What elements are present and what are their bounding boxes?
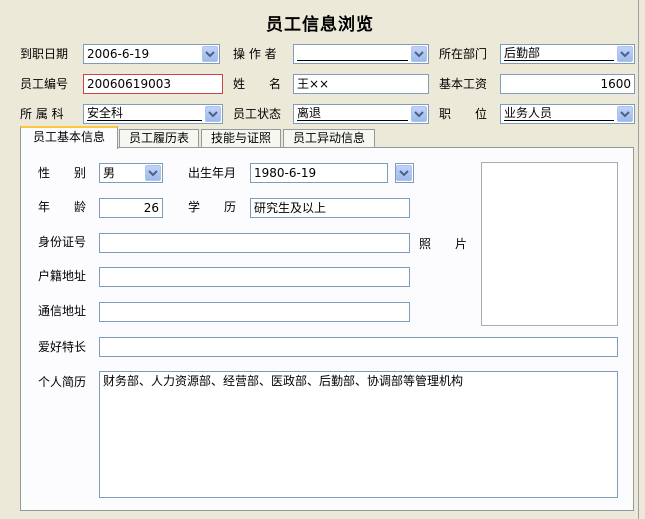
section-value: 安全科 [87,106,202,121]
section-label: 所 属 科 [20,107,64,121]
hire-date-value: 2006-6-19 [87,47,150,61]
name-field[interactable]: 王×× [293,74,429,94]
hire-date-label: 到职日期 [20,47,69,61]
addr-field[interactable] [99,302,410,322]
birth-field[interactable]: 1980-6-19 [250,163,388,183]
window-right-border [638,0,639,519]
page-title: 员工信息浏览 [266,15,374,35]
dept-label: 所在部门 [439,47,488,61]
status-value: 离退 [297,106,408,121]
chevron-down-icon[interactable] [202,46,218,62]
chevron-down-icon[interactable] [617,46,633,62]
hire-date-picker[interactable]: 2006-6-19 [83,44,220,64]
gender-select[interactable]: 男 [99,163,163,183]
photo-box[interactable] [481,162,618,326]
name-label: 姓 名 [233,77,282,91]
chevron-down-icon[interactable] [411,106,427,122]
chevron-down-icon[interactable] [396,165,412,181]
position-select[interactable]: 业务人员 [500,104,635,124]
tab-skills[interactable]: 技能与证照 [201,129,281,148]
gender-label: 性 别 [38,166,87,180]
dept-select[interactable]: 后勤部 [500,44,635,64]
section-select[interactable]: 安全科 [83,104,223,124]
salary-field[interactable]: 1600 [500,74,635,94]
position-value: 业务人员 [504,106,614,121]
salary-label: 基本工资 [439,77,488,91]
emp-no-label: 员工编号 [20,77,69,91]
operator-value [297,46,408,61]
birth-picker[interactable] [395,163,414,183]
birth-label: 出生年月 [188,166,237,180]
chevron-down-icon[interactable] [205,106,221,122]
chevron-down-icon[interactable] [411,46,427,62]
photo-label: 照 片 [419,237,468,251]
status-select[interactable]: 离退 [293,104,429,124]
edu-label: 学 历 [188,200,237,214]
tab-resume[interactable]: 员工履历表 [119,129,199,148]
operator-select[interactable] [293,44,429,64]
chevron-down-icon[interactable] [617,106,633,122]
operator-label: 操 作 者 [233,47,277,61]
tab-basic-info[interactable]: 员工基本信息 [20,126,118,149]
resume-textarea[interactable]: 财务部、人力资源部、经营部、医政部、后勤部、协调部等管理机构 [99,371,618,498]
dept-value: 后勤部 [504,46,614,61]
huji-field[interactable] [99,267,410,287]
emp-no-field[interactable]: 20060619003 [83,74,223,94]
id-label: 身份证号 [38,235,87,249]
age-field[interactable]: 26 [99,198,163,218]
chevron-down-icon[interactable] [145,165,161,181]
position-label: 职 位 [439,107,488,121]
resume-label: 个人简历 [38,375,87,389]
age-label: 年 龄 [38,200,87,214]
edu-field[interactable]: 研究生及以上 [250,198,410,218]
gender-value: 男 [103,166,116,180]
huji-label: 户籍地址 [38,269,87,283]
tab-transfer[interactable]: 员工异动信息 [283,129,375,148]
addr-label: 通信地址 [38,304,87,318]
id-field[interactable] [99,233,410,253]
status-label: 员工状态 [233,107,282,121]
hobby-field[interactable] [99,337,618,357]
hobby-label: 爱好特长 [38,340,87,354]
